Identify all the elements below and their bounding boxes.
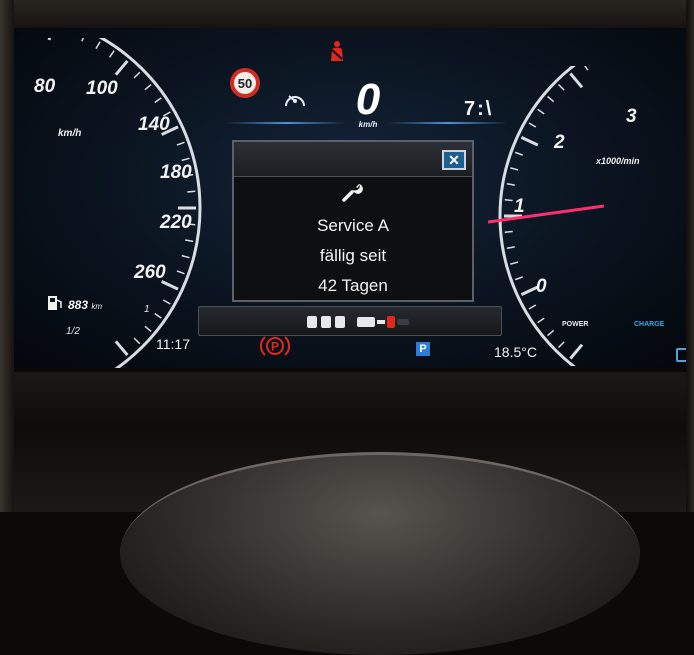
- cruise-control-icon: [285, 95, 305, 107]
- service-dialog-header: ✕: [234, 142, 472, 177]
- dial-tick: [547, 95, 555, 103]
- dial-tick: [144, 325, 152, 332]
- dial-tick: [144, 84, 152, 91]
- fuel-range-unit: km: [91, 302, 103, 311]
- dial-tick: [185, 239, 194, 243]
- tachometer-unit: x1000/min: [596, 156, 640, 166]
- drive-mode-indicator: 7:\: [464, 98, 494, 120]
- assist-status-bar: [198, 306, 502, 336]
- rpm-label-3: 3: [626, 106, 637, 127]
- park-assist-icon: P: [416, 342, 430, 356]
- outside-temperature: 18.5°C: [494, 344, 537, 360]
- dial-tick: [569, 72, 584, 89]
- instrument-cluster-screen: 80 100 140 180 220 260 km/h 0 1 2 3 x100…: [14, 28, 690, 368]
- dial-tick: [510, 167, 519, 171]
- dial-tick: [114, 59, 129, 76]
- service-line-1: Service A: [317, 216, 389, 235]
- speed-label-80: 80: [34, 76, 56, 97]
- dial-tick: [557, 83, 565, 91]
- current-speed-unit: km/h: [358, 120, 378, 129]
- dial-tick: [520, 136, 539, 147]
- accent-line-right: [388, 122, 508, 124]
- dial-tick: [514, 151, 523, 156]
- dial-tick: [114, 340, 129, 357]
- dial-tick: [504, 199, 513, 202]
- wrench-icon: [342, 184, 363, 202]
- dial-tick: [133, 71, 141, 79]
- dial-tick: [547, 329, 555, 337]
- rpm-needle: [487, 204, 605, 224]
- speed-label-220: 220: [160, 212, 192, 233]
- dashboard-top-trim: [0, 0, 694, 30]
- dial-tick: [537, 108, 545, 115]
- speed-limit-value: 50: [237, 75, 253, 91]
- speed-label-100: 100: [86, 78, 118, 99]
- distance-assist-icon: [357, 316, 409, 328]
- accent-line-left: [226, 122, 346, 124]
- rpm-label-0: 0: [536, 276, 547, 297]
- dial-tick: [81, 38, 85, 42]
- dial-tick: [187, 190, 196, 193]
- seatbelt-warning-icon: [331, 41, 343, 61]
- dial-tick: [108, 50, 115, 58]
- dial-tick: [176, 270, 185, 275]
- fuel-range-value: 883: [68, 298, 89, 312]
- dial-tick: [133, 337, 141, 345]
- power-label: POWER: [562, 321, 589, 328]
- service-message-dialog: ✕ Service A fällig seit 42 Tagen: [232, 140, 474, 302]
- dial-tick: [528, 304, 537, 310]
- dial-tick: [510, 261, 519, 265]
- dial-tick: [514, 276, 523, 281]
- dial-tick: [584, 66, 589, 71]
- fuel-half-mark: 1/2: [66, 326, 80, 337]
- dial-tick: [504, 230, 513, 233]
- speed-label-180: 180: [160, 162, 192, 183]
- dial-tick: [181, 254, 190, 259]
- speed-label-140: 140: [138, 114, 170, 135]
- dial-tick: [47, 38, 52, 41]
- rpm-label-2: 2: [554, 132, 565, 153]
- clock-time: 11:17: [156, 336, 190, 352]
- dial-tick: [557, 341, 565, 349]
- speedometer-unit: km/h: [58, 128, 82, 139]
- dial-tick: [528, 122, 537, 128]
- close-icon: ✕: [448, 151, 460, 168]
- dashboard-left-trim: [0, 0, 14, 512]
- dial-tick: [154, 97, 162, 104]
- dashboard-right-trim: [686, 0, 694, 512]
- dial-tick: [176, 141, 185, 146]
- dial-tick: [95, 41, 101, 50]
- dial-tick: [506, 182, 515, 186]
- service-line-2: fällig seit: [319, 246, 387, 265]
- parking-brake-icon: P: [260, 336, 290, 356]
- current-speed: 0: [355, 75, 381, 124]
- service-line-3: 42 Tagen: [318, 276, 388, 295]
- dial-tick: [154, 312, 162, 319]
- close-button[interactable]: ✕: [442, 150, 466, 170]
- speed-label-260: 260: [134, 262, 166, 283]
- dial-tick: [506, 246, 515, 250]
- fuel-range: 883 km: [68, 298, 102, 312]
- fuel-pump-icon: [48, 296, 62, 310]
- dial-tick: [569, 343, 584, 360]
- rpm-label-1: 1: [514, 196, 525, 217]
- dial-tick: [181, 157, 190, 162]
- steering-wheel: [120, 452, 640, 655]
- charge-label: CHARGE: [634, 321, 665, 328]
- fuel-full-mark: 1: [144, 304, 150, 315]
- lane-assist-icon: [307, 316, 345, 328]
- dial-tick: [162, 299, 171, 305]
- dial-tick: [537, 317, 545, 324]
- speed-limit-sign: 50: [230, 68, 260, 98]
- parking-brake-symbol: P: [271, 340, 279, 354]
